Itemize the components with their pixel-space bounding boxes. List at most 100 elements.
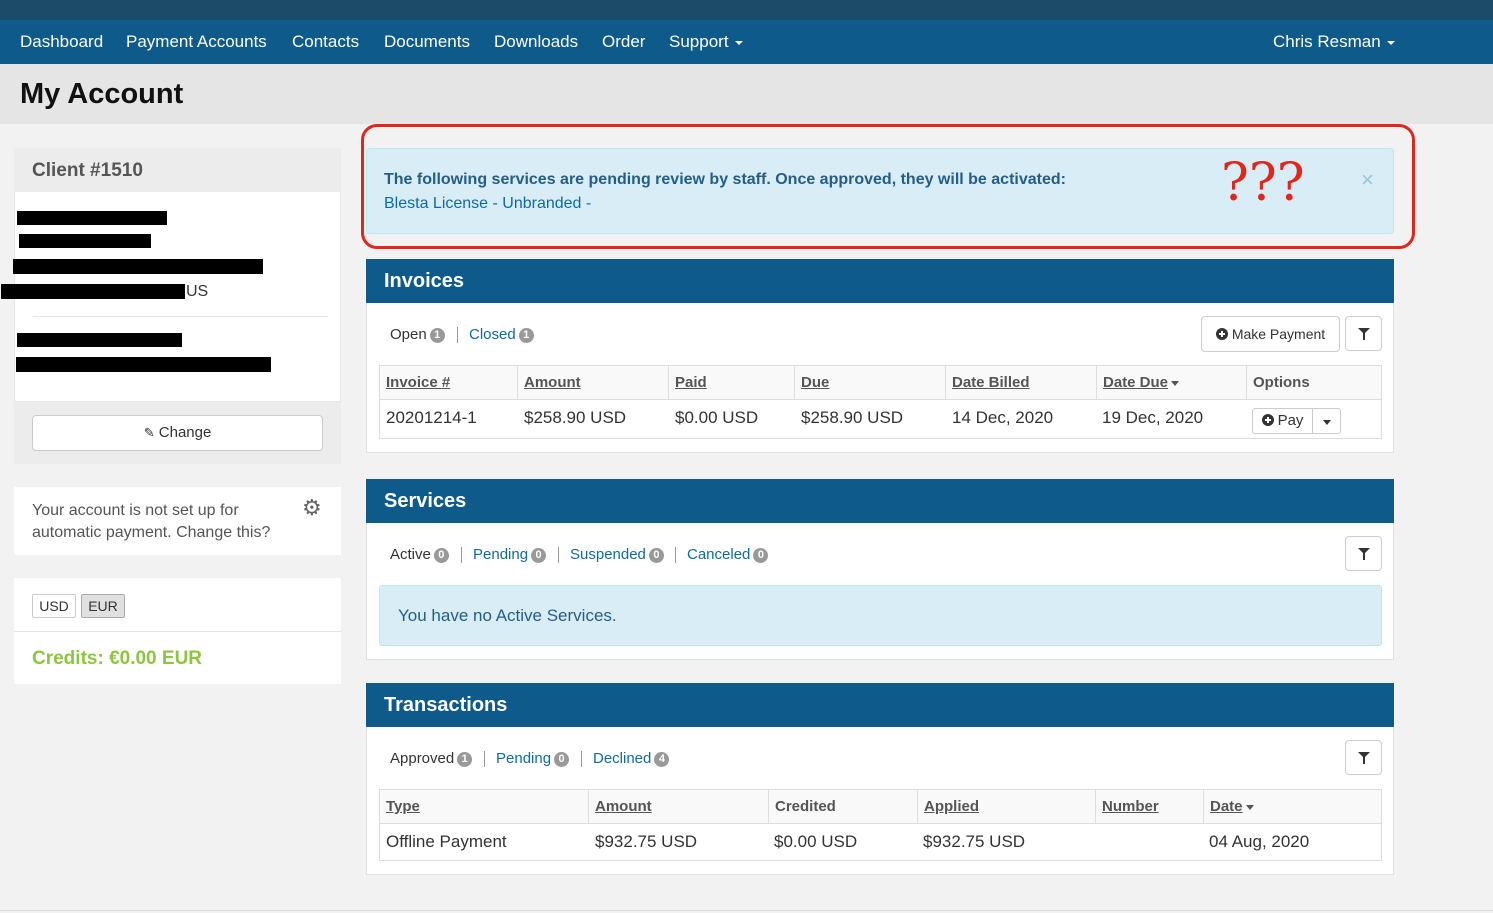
divider — [581, 751, 582, 767]
invoices-body: Open 1 Closed 1 Make Payment Invoice # Amo… — [366, 303, 1394, 453]
col-due[interactable]: Due — [795, 366, 946, 400]
autopay-text[interactable]: Your account is not set up for automatic… — [32, 500, 292, 544]
title-bar: My Account — [0, 64, 1493, 124]
invoices-filter-button[interactable] — [1345, 316, 1382, 351]
annotation-highlight — [361, 124, 1415, 249]
chevron-down-icon — [1386, 40, 1395, 45]
services-filter-button[interactable] — [1345, 536, 1382, 571]
pay-dropdown-button[interactable] — [1312, 408, 1341, 434]
tab-pending[interactable]: Pending 0 — [473, 546, 547, 563]
footer-divider — [0, 910, 1493, 911]
count-badge: 0 — [554, 752, 570, 767]
col-date-billed[interactable]: Date Billed — [946, 366, 1097, 400]
col-type[interactable]: Type — [380, 790, 589, 824]
cell-amount: $932.75 USD — [595, 832, 698, 851]
divider — [33, 316, 328, 317]
cell-type: Offline Payment — [386, 832, 507, 851]
main-navbar: Dashboard Payment Accounts Contacts Docu… — [0, 20, 1493, 64]
divider — [457, 327, 458, 343]
divider — [675, 547, 676, 563]
plus-circle-icon — [1215, 328, 1228, 340]
transactions-table: Type Amount Credited Applied Number Date… — [379, 789, 1382, 861]
redacted-phone — [16, 357, 271, 372]
tab-approved[interactable]: Approved 1 — [390, 750, 473, 767]
sort-desc-icon — [1171, 380, 1180, 386]
cell-invoice[interactable]: 20201214-1 — [386, 408, 477, 428]
cell-amount: $258.90 USD — [524, 408, 627, 427]
col-invoice[interactable]: Invoice # — [380, 366, 518, 400]
filter-icon — [1358, 752, 1370, 764]
redacted-address-1 — [19, 234, 151, 248]
services-header: Services — [366, 479, 1394, 523]
no-services-notice: You have no Active Services. — [379, 585, 1382, 646]
cell-due: $258.90 USD — [801, 408, 904, 427]
tab-label: Suspended — [570, 546, 646, 563]
make-payment-button[interactable]: Make Payment — [1201, 316, 1340, 352]
tab-label: Pending — [473, 546, 529, 563]
col-applied[interactable]: Applied — [918, 790, 1096, 824]
user-menu[interactable]: Chris Resman — [1273, 20, 1395, 64]
col-amount[interactable]: Amount — [518, 366, 669, 400]
divider — [484, 751, 485, 767]
col-date-due[interactable]: Date Due — [1097, 366, 1247, 400]
user-name: Chris Resman — [1273, 32, 1381, 51]
col-number[interactable]: Number — [1096, 790, 1204, 824]
col-date-due-label: Date Due — [1103, 374, 1169, 391]
filter-icon — [1358, 328, 1370, 340]
nav-order[interactable]: Order — [602, 20, 645, 64]
nav-support-label: Support — [669, 32, 729, 51]
top-strip — [0, 0, 1493, 20]
redacted-email — [17, 333, 182, 347]
invoices-header: Invoices — [366, 259, 1394, 303]
tab-active[interactable]: Active 0 — [390, 546, 449, 563]
count-badge: 0 — [433, 548, 449, 563]
tab-open[interactable]: Open 1 — [390, 326, 445, 343]
col-paid[interactable]: Paid — [669, 366, 795, 400]
make-payment-label: Make Payment — [1231, 326, 1326, 342]
table-header-row: Type Amount Credited Applied Number Date — [380, 790, 1381, 824]
tab-closed[interactable]: Closed 1 — [469, 326, 534, 343]
sort-desc-icon — [1245, 804, 1254, 810]
change-button[interactable]: ✎ Change — [32, 415, 323, 451]
nav-documents[interactable]: Documents — [384, 20, 470, 64]
tab-label: Approved — [390, 750, 455, 767]
client-title: Client #1510 — [32, 160, 143, 181]
plus-circle-icon — [1261, 414, 1274, 426]
client-card-body: US — [1, 192, 341, 402]
nav-contacts[interactable]: Contacts — [292, 20, 359, 64]
tab-label: Canceled — [687, 546, 751, 563]
nav-support[interactable]: Support — [669, 20, 743, 64]
count-badge: 0 — [648, 548, 664, 563]
pay-button[interactable]: Pay — [1252, 408, 1313, 434]
chevron-down-icon — [1322, 420, 1331, 426]
divider — [14, 631, 341, 632]
currency-usd[interactable]: USD — [32, 594, 76, 618]
nav-payment-accounts[interactable]: Payment Accounts — [126, 20, 267, 64]
count-badge: 0 — [753, 548, 769, 563]
tab-canceled[interactable]: Canceled 0 — [687, 546, 769, 563]
col-date[interactable]: Date — [1204, 790, 1381, 824]
currency-eur[interactable]: EUR — [81, 594, 125, 618]
col-date-label: Date — [1210, 798, 1243, 815]
count-badge: 0 — [531, 548, 547, 563]
col-amount[interactable]: Amount — [589, 790, 769, 824]
cell-paid: $0.00 USD — [675, 408, 759, 427]
tab-label: Declined — [593, 750, 652, 767]
redacted-city — [1, 284, 185, 299]
redacted-name — [17, 211, 167, 225]
tab-suspended[interactable]: Suspended 0 — [570, 546, 664, 563]
divider — [558, 547, 559, 563]
autopay-card: Your account is not set up for automatic… — [14, 487, 341, 555]
count-badge: 1 — [457, 752, 473, 767]
transactions-filter-button[interactable] — [1345, 740, 1382, 775]
nav-dashboard[interactable]: Dashboard — [20, 20, 103, 64]
tab-pending[interactable]: Pending 0 — [496, 750, 570, 767]
divider — [461, 547, 462, 563]
credits-amount: Credits: €0.00 EUR — [32, 648, 203, 669]
nav-downloads[interactable]: Downloads — [494, 20, 578, 64]
tab-declined[interactable]: Declined 4 — [593, 750, 670, 767]
gear-icon[interactable]: ⚙ — [302, 495, 322, 521]
cell-date: 04 Aug, 2020 — [1209, 832, 1310, 851]
client-card-header: Client #1510 — [14, 148, 341, 192]
col-credited: Credited — [769, 790, 918, 824]
